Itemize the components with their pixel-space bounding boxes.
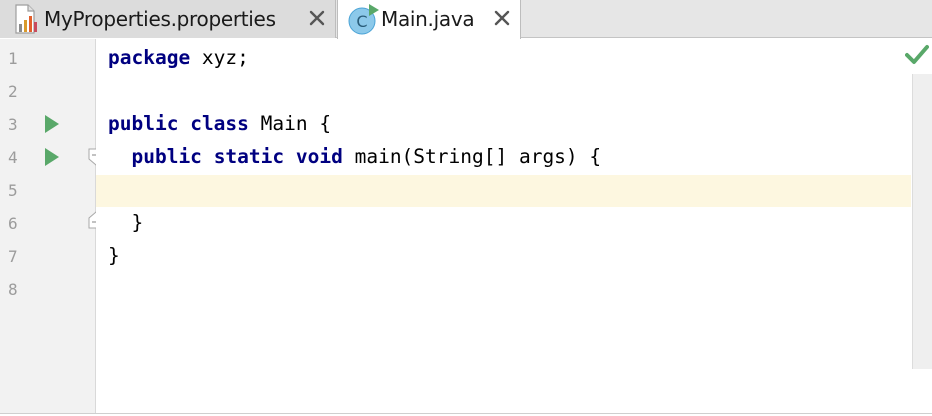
line-number: 1 [8, 49, 18, 68]
keyword: class [190, 112, 249, 135]
run-gutter-icon[interactable] [44, 114, 60, 134]
tab-label: MyProperties.properties [44, 7, 276, 31]
keyword: public [108, 112, 179, 135]
line-number: 2 [8, 82, 18, 101]
line-number: 3 [8, 115, 18, 134]
editor-tab-bar: MyProperties.properties C Main.java [0, 0, 932, 39]
line-number: 7 [8, 247, 18, 266]
close-icon[interactable] [492, 8, 512, 28]
keyword: package [108, 46, 191, 69]
editor-gutter: 1 2 3 4 5 6 7 8 [0, 39, 104, 416]
tab-main-java[interactable]: C Main.java [337, 0, 521, 39]
code-text: Main { [248, 112, 332, 135]
code-line-3: public class Main { [108, 112, 331, 136]
code-editor[interactable]: package xyz; public class Main { public … [96, 39, 932, 416]
keyword: static [213, 145, 285, 168]
properties-file-icon [15, 4, 37, 34]
code-line-6: } [108, 211, 144, 234]
code-text: main(String[] args) { [342, 145, 602, 168]
line-number: 5 [8, 181, 18, 200]
close-icon[interactable] [307, 8, 327, 28]
svg-text:C: C [356, 12, 367, 31]
vertical-scrollbar[interactable] [912, 74, 932, 369]
keyword: void [295, 145, 343, 168]
code-text: xyz; [190, 46, 249, 69]
line-number: 6 [8, 214, 18, 233]
tab-myproperties[interactable]: MyProperties.properties [0, 0, 336, 38]
code-line-4: public static void main(String[] args) { [108, 145, 601, 169]
keyword: public [131, 145, 202, 168]
line-number: 4 [8, 148, 18, 167]
line-number: 8 [8, 280, 18, 299]
tab-label: Main.java [381, 7, 475, 31]
java-class-icon: C [348, 4, 379, 35]
caret-line-highlight [96, 175, 911, 207]
run-gutter-icon[interactable] [44, 147, 60, 167]
code-line-1: package xyz; [108, 46, 249, 70]
no-problems-check-icon[interactable] [905, 44, 929, 66]
code-line-7: } [108, 244, 120, 267]
